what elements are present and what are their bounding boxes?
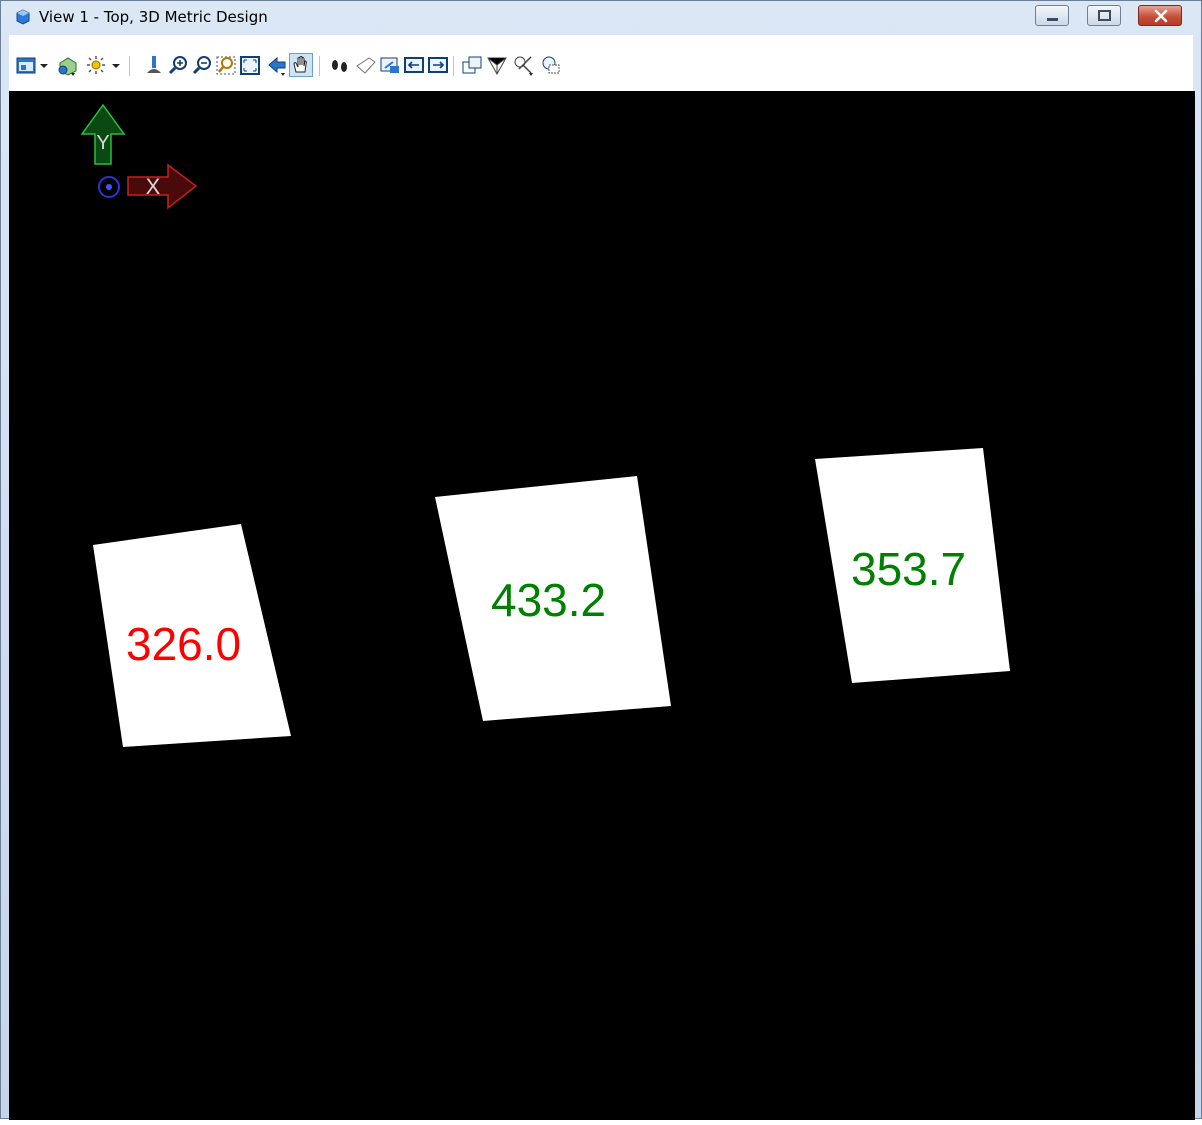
view-axes-triad: Y X	[80, 103, 198, 210]
x-axis-label: X	[146, 174, 161, 199]
close-button[interactable]	[1138, 5, 1182, 26]
z-axis-marker	[98, 176, 120, 198]
drawing-viewport[interactable]: Y X 326.0 433.2 353.7	[9, 91, 1195, 1120]
change-view-perspective-icon[interactable]	[511, 53, 537, 77]
pan-view-icon[interactable]	[289, 53, 313, 77]
view-window: View 1 - Top, 3D Metric Design Y X 326.0…	[0, 0, 1202, 1120]
toolbar-separator	[453, 56, 454, 76]
zoom-in-icon[interactable]	[167, 53, 189, 77]
window-title: View 1 - Top, 3D Metric Design	[39, 8, 268, 26]
elevation-label-2[interactable]: 433.2	[491, 577, 606, 623]
render-icon[interactable]	[537, 53, 563, 77]
elevation-label-3[interactable]: 353.7	[851, 546, 966, 592]
clip-mask-icon[interactable]	[485, 53, 511, 77]
view-attributes-icon[interactable]	[15, 53, 37, 77]
rotate-view-icon[interactable]	[263, 53, 289, 77]
copy-view-icon[interactable]	[403, 53, 425, 77]
walk-icon[interactable]	[327, 53, 353, 77]
y-axis-arrow: Y	[80, 103, 126, 165]
dropdown-arrow-icon[interactable]	[37, 53, 51, 77]
maximize-button[interactable]	[1087, 5, 1121, 26]
minimize-button[interactable]	[1035, 5, 1069, 26]
view-display-mode-icon[interactable]	[55, 53, 81, 77]
dropdown-arrow-icon[interactable]	[109, 53, 123, 77]
view-next-icon[interactable]	[379, 53, 401, 77]
y-axis-label: Y	[96, 132, 109, 154]
fit-view-icon[interactable]	[239, 53, 261, 77]
zoom-out-icon[interactable]	[191, 53, 213, 77]
lighting-icon[interactable]	[83, 53, 109, 77]
x-axis-arrow: X	[127, 163, 198, 210]
view-previous-icon[interactable]	[355, 53, 377, 77]
title-bar[interactable]: View 1 - Top, 3D Metric Design	[1, 1, 1201, 33]
window-area-icon[interactable]	[215, 53, 237, 77]
elevation-label-1[interactable]: 326.0	[126, 621, 241, 667]
update-view-icon[interactable]	[143, 53, 165, 77]
clip-volume-icon[interactable]	[461, 53, 483, 77]
view-window-icon	[15, 9, 31, 25]
camera-icon[interactable]	[427, 53, 449, 77]
toolbar-separator	[129, 56, 130, 76]
toolbar-separator	[319, 56, 320, 76]
